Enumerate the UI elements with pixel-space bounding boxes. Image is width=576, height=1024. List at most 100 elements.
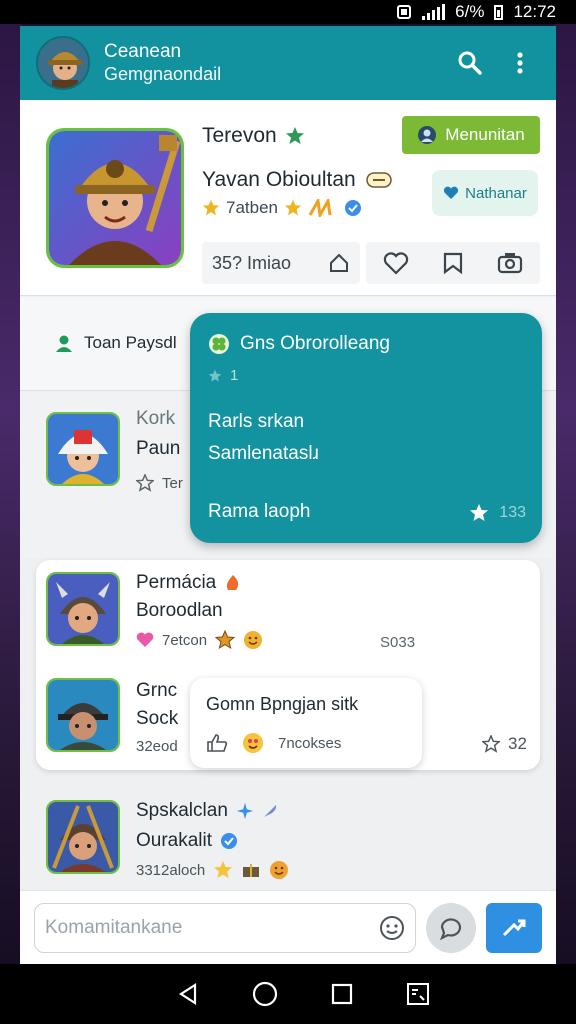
item-meta: 32eod: [136, 738, 178, 755]
item-name-1: Permácia: [136, 570, 242, 596]
send-button[interactable]: [486, 902, 542, 953]
item-name-2: Paun: [136, 438, 181, 459]
popover-count: 133: [499, 504, 526, 521]
item-thumbnail: [46, 800, 120, 874]
reply-bubble[interactable]: Gomn Bpngjan sitk 7ncokses: [190, 678, 422, 768]
bubble-meta: 7ncokses: [206, 732, 341, 754]
hero-name-text: Yavan Obioultan: [202, 168, 356, 191]
secondary-action-button[interactable]: Nathanar: [432, 170, 538, 216]
item-meta-text: 3312aloch: [136, 861, 206, 879]
signal-icon: [422, 4, 446, 20]
section-label-text: Toan Paysdl: [84, 333, 177, 352]
star-icon: [285, 127, 304, 144]
gift-icon: [243, 864, 260, 877]
back-icon[interactable]: [177, 982, 199, 1006]
item-thumbnail: [46, 412, 120, 486]
popover-line-3: Rama laoph: [208, 501, 311, 522]
hero-meta-text: 7atben: [226, 198, 278, 217]
background-right: [554, 0, 576, 1024]
home-icon: [330, 253, 348, 272]
section-label[interactable]: Toan Paysdl: [54, 333, 177, 353]
item-name-1-text: Spskalclan: [136, 800, 228, 821]
star-icon: [284, 199, 302, 216]
item-name-1: Kork: [136, 408, 176, 429]
battery-icon: [494, 4, 504, 20]
home-icon[interactable]: [252, 981, 278, 1007]
send-icon: [502, 919, 526, 936]
item-meta-text: 7etcon: [162, 631, 208, 649]
popover-line-1: Rarls srkan: [208, 411, 305, 432]
hero-meta: 7atben: [202, 198, 362, 218]
star-outline-icon: [136, 474, 154, 492]
chat-icon: [439, 917, 462, 940]
star-outline-icon: [482, 735, 500, 753]
star-icon: [208, 369, 222, 382]
status-bar: 6/% 12:72: [0, 0, 576, 24]
item-name-1: Grnc: [136, 680, 178, 701]
screenshot-icon[interactable]: [406, 982, 430, 1006]
clover-icon: [209, 334, 229, 354]
people-icon: [56, 335, 72, 352]
hero-name: Yavan Obioultan: [202, 168, 392, 192]
popover-sub: 1: [208, 367, 238, 384]
primary-action-button[interactable]: Menunitan: [402, 116, 540, 154]
item-rating[interactable]: 32: [482, 734, 527, 754]
hero-actions: 35? Imiao: [202, 242, 540, 284]
stat-chip-label: 35? Imiao: [212, 252, 292, 273]
camera-button[interactable]: [497, 251, 523, 275]
popover-title-text: Gns Obrorolleang: [240, 333, 390, 354]
primary-action-label: Menunitan: [445, 125, 525, 144]
item-name-2: Boroodlan: [136, 600, 223, 621]
item-name-2: Ourakalit: [136, 828, 238, 854]
star-icon: [470, 504, 489, 521]
item-right-value: S033: [380, 634, 416, 651]
thumbs-up-icon[interactable]: [206, 733, 228, 753]
heart-icon: [444, 186, 459, 199]
background-left: [0, 0, 22, 1024]
notification-icon: [396, 4, 412, 20]
popover-sub-text: 1: [230, 367, 239, 384]
comment-input[interactable]: Komamitankane: [34, 902, 416, 953]
stat-chip[interactable]: 35? Imiao: [202, 242, 360, 284]
search-button[interactable]: [450, 43, 490, 83]
emoji-icon: [243, 733, 263, 753]
hero-title: Terevon: [202, 124, 305, 148]
app-window: Ceanean Gemgnaondail Terevon Menunitan Y…: [20, 26, 556, 964]
more-vert-icon: [517, 52, 523, 74]
sparkle-icon: [308, 199, 332, 217]
hero-image: [46, 128, 184, 268]
comment-composer: Komamitankane: [20, 890, 556, 964]
verified-icon: [345, 200, 361, 216]
search-icon: [458, 51, 482, 75]
popover-title: Gns Obrorolleang: [208, 333, 390, 355]
item-meta-text: Ter: [162, 474, 183, 492]
item-rating-value: 32: [508, 734, 527, 753]
app-subtitle: Gemgnaondail: [104, 64, 222, 84]
item-name-2-text: Ourakalit: [136, 830, 213, 851]
like-button[interactable]: [383, 251, 409, 275]
item-name-1-text: Permácia: [136, 572, 217, 593]
popover-line-2: Samlenataslɹ: [208, 443, 319, 464]
profile-card: Terevon Menunitan Yavan Obioultan Nathan…: [20, 100, 556, 296]
comment-input-placeholder: Komamitankane: [45, 916, 183, 938]
item-name-2: Sock: [136, 708, 179, 729]
recents-icon[interactable]: [331, 983, 353, 1005]
verified-icon: [221, 833, 238, 849]
overflow-menu-button[interactable]: [500, 43, 540, 83]
user-icon: [418, 126, 437, 144]
popover-card[interactable]: Gns Obrorolleang 1 Rarls srkan Samlenata…: [190, 313, 542, 543]
emoji-picker-icon[interactable]: [379, 915, 405, 941]
item-thumbnail: [46, 572, 120, 646]
item-meta: Ter: [136, 474, 183, 492]
avatar[interactable]: [36, 36, 90, 90]
bookmark-button[interactable]: [442, 251, 464, 275]
item-meta: 7etcon: [136, 630, 263, 650]
clock: 12:72: [513, 2, 556, 21]
badge-icon: [365, 172, 392, 188]
star-icon: [202, 199, 220, 216]
battery-percent: 6/%: [455, 2, 485, 21]
secondary-action-label: Nathanar: [465, 184, 527, 202]
popover-rating[interactable]: 133: [469, 503, 526, 523]
emoji-icon: [270, 861, 289, 879]
voice-button[interactable]: [426, 902, 476, 953]
